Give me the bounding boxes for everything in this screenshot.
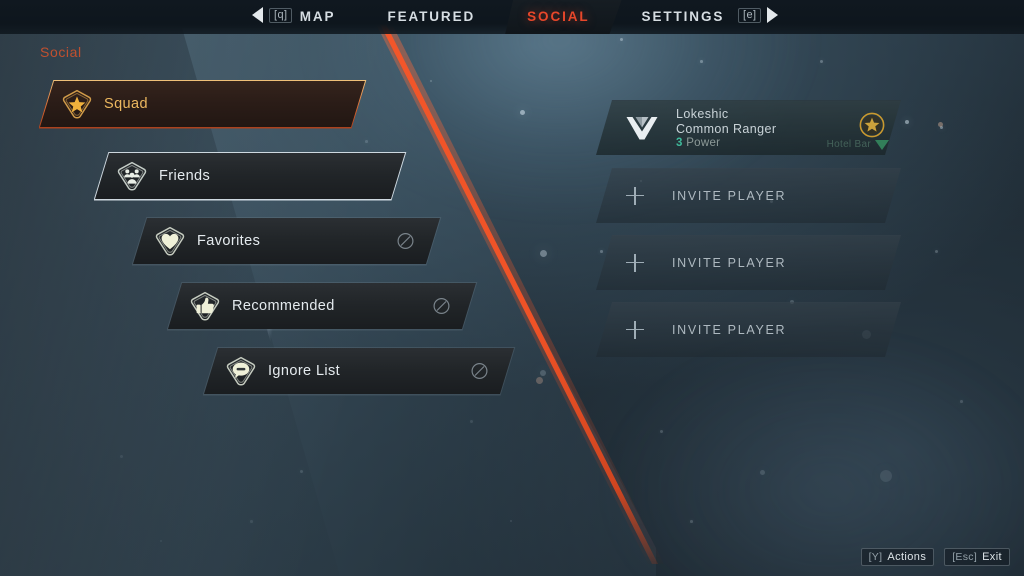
nav-prev-keycap: [q] <box>269 7 293 23</box>
nav-tab-featured[interactable]: FEATURED <box>361 0 501 34</box>
sidebar-item-recommended[interactable]: Recommended <box>168 283 476 329</box>
plus-icon <box>626 320 644 339</box>
player-power-value: 3 <box>676 136 683 149</box>
invite-player-slot[interactable]: INVITE PLAYER <box>596 235 901 290</box>
game-social-screen: [q] MAP FEATURED SOCIAL SETTINGS [e] Social… <box>0 0 1024 576</box>
sidebar-item-content: Friends <box>95 153 405 199</box>
sidebar-item-ignore-list[interactable]: Ignore List <box>204 348 514 394</box>
nav-next-button[interactable]: [e] <box>738 7 779 23</box>
sidebar-item-label: Ignore List <box>268 363 341 379</box>
nav-tab-settings[interactable]: SETTINGS <box>616 0 751 34</box>
circle-slash-icon <box>397 232 414 250</box>
mute-speech-badge-icon <box>226 356 256 386</box>
star-circle-leader-icon <box>859 112 885 138</box>
player-power: 3 Power <box>676 137 776 149</box>
invite-player-slot[interactable]: INVITE PLAYER <box>596 302 901 357</box>
footer-hint-label: Actions <box>887 551 927 563</box>
nav-tab-list: MAP FEATURED SOCIAL SETTINGS <box>0 0 1024 34</box>
sidebar-item-friends[interactable]: Friends <box>95 153 405 199</box>
circle-slash-icon <box>433 297 450 315</box>
footer-hint-key: [Y] <box>868 551 883 563</box>
nav-tab-label: FEATURED <box>387 9 476 24</box>
triangle-right-icon <box>767 7 779 23</box>
sidebar-item-favorites[interactable]: Favorites <box>133 218 440 264</box>
circle-slash-icon <box>433 297 450 315</box>
circle-slash-icon <box>471 362 488 380</box>
slot-content: INVITE PLAYER <box>596 168 901 223</box>
sidebar-item-label: Favorites <box>197 233 261 249</box>
sidebar-item-label: Friends <box>159 168 211 184</box>
heart-badge-icon <box>155 226 185 256</box>
footer-hint-exit[interactable]: [Esc] Exit <box>944 548 1010 566</box>
invite-player-slot[interactable]: INVITE PLAYER <box>596 168 901 223</box>
slot-content: INVITE PLAYER <box>596 235 901 290</box>
player-name: Lokeshic <box>676 106 729 121</box>
rank-chevron-emblem-icon <box>622 108 662 148</box>
squad-slot-list: Lokeshic Common Ranger 3 Power Hotel Bar INV… <box>596 0 1024 576</box>
sidebar-item-label: Squad <box>104 96 148 112</box>
sidebar-item-squad[interactable]: Squad <box>40 81 365 127</box>
sidebar-item-content: Ignore List <box>204 348 514 394</box>
footer-hint-bar: [Y] Actions [Esc] Exit <box>860 548 1010 566</box>
footer-hint-actions[interactable]: [Y] Actions <box>860 548 935 566</box>
star-badge-icon <box>62 89 92 119</box>
green-triangle-icon <box>875 139 889 150</box>
circle-slash-icon <box>471 362 488 380</box>
squad-member-card[interactable]: Lokeshic Common Ranger 3 Power Hotel Bar <box>596 100 901 155</box>
thumbs-up-badge-icon <box>190 291 220 321</box>
invite-player-label: INVITE PLAYER <box>672 188 787 203</box>
plus-icon <box>626 186 644 205</box>
circle-slash-icon <box>397 232 414 250</box>
invite-player-label: INVITE PLAYER <box>672 255 787 270</box>
social-category-menu: Squad Friends Favorites Recommended Ignore L… <box>0 0 560 576</box>
footer-hint-key: [Esc] <box>952 551 978 563</box>
slot-content: INVITE PLAYER <box>596 302 901 357</box>
player-class: Common Ranger <box>676 121 777 136</box>
nav-prev-button[interactable]: [q] <box>252 7 293 23</box>
player-status: Hotel Bar <box>827 139 889 150</box>
footer-hint-label: Exit <box>982 551 1002 563</box>
sidebar-item-label: Recommended <box>232 298 335 314</box>
player-power-label: Power <box>686 136 721 149</box>
nav-tab-social[interactable]: SOCIAL <box>501 0 615 34</box>
invite-player-label: INVITE PLAYER <box>672 322 787 337</box>
player-info: Lokeshic Common Ranger 3 Power <box>676 107 776 149</box>
sidebar-item-content: Recommended <box>168 283 476 329</box>
sidebar-item-content: Favorites <box>133 218 440 264</box>
triangle-left-icon <box>252 7 263 23</box>
nav-tab-label: SETTINGS <box>641 9 725 24</box>
friends-group-badge-icon <box>117 161 147 191</box>
sidebar-item-content: Squad <box>40 81 365 127</box>
plus-icon <box>626 253 644 272</box>
nav-tab-label: MAP <box>299 9 336 24</box>
nav-tab-label: SOCIAL <box>527 9 590 24</box>
player-status-text: Hotel Bar <box>826 139 871 150</box>
nav-next-keycap: [e] <box>738 7 762 23</box>
